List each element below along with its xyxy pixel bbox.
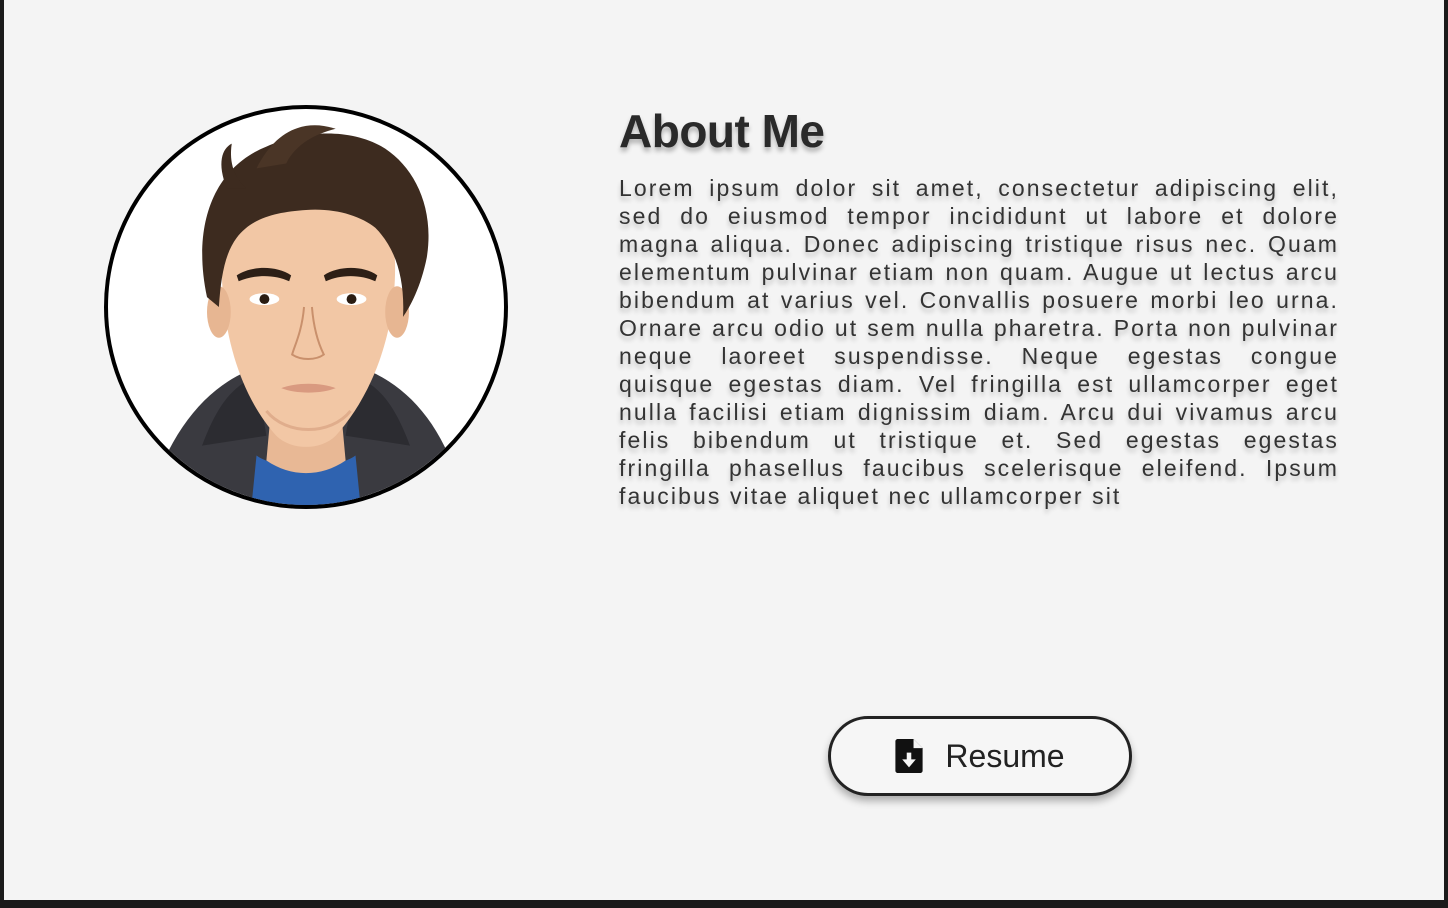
file-download-icon <box>895 739 924 773</box>
resume-button-label: Resume <box>945 737 1065 774</box>
avatar-portrait-icon <box>147 125 465 505</box>
about-description: Lorem ipsum dolor sit amet, consectetur … <box>619 175 1339 509</box>
resume-download-button[interactable]: Resume <box>828 716 1132 796</box>
page-title: About Me <box>619 105 825 157</box>
about-section: About Me Lorem ipsum dolor sit amet, con… <box>4 0 1444 900</box>
avatar <box>104 105 508 509</box>
